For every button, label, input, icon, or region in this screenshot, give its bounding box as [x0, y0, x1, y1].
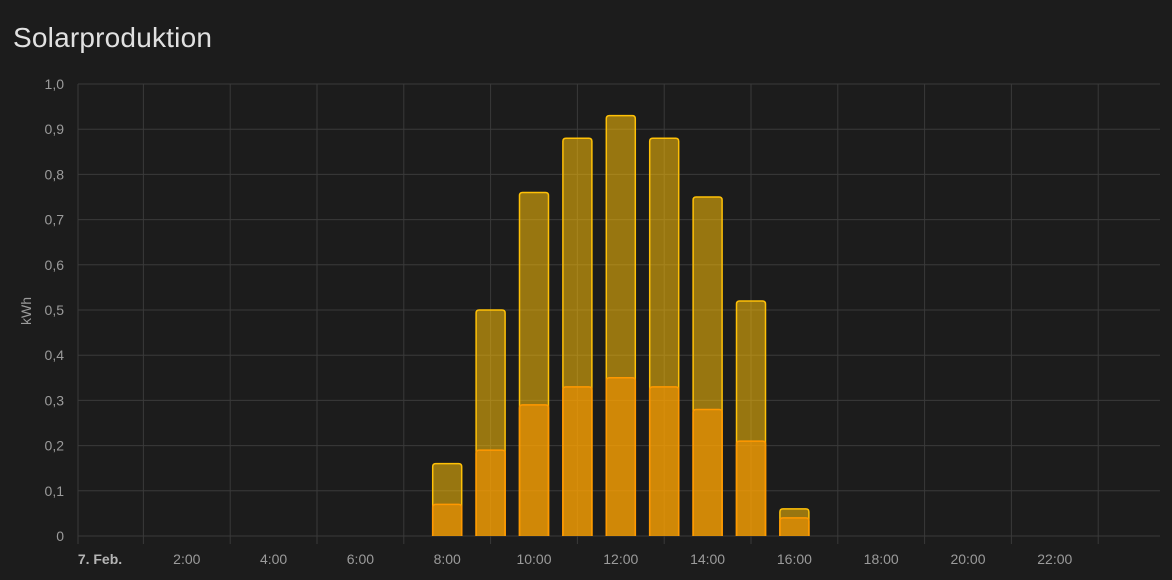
x-tick-label: 22:00 [1037, 551, 1072, 567]
x-tick-label: 6:00 [347, 551, 374, 567]
y-tick-label: 0,4 [45, 347, 65, 363]
y-tick-label: 0,9 [45, 121, 65, 137]
bar-series-2 [779, 517, 810, 536]
x-tick-label: 7. Feb. [78, 551, 122, 567]
y-tick-label: 0,8 [45, 166, 65, 182]
y-tick-label: 0,5 [45, 302, 65, 318]
bars [431, 114, 810, 536]
y-tick-label: 0,6 [45, 257, 65, 273]
x-tick-label: 8:00 [434, 551, 461, 567]
x-tick-label: 10:00 [516, 551, 551, 567]
x-tick-label: 16:00 [777, 551, 812, 567]
bar-series-2 [735, 440, 767, 536]
y-tick-label: 1,0 [45, 76, 65, 92]
bar-series-2 [518, 404, 550, 536]
y-tick-label: 0,3 [45, 392, 65, 408]
bar-series-2 [692, 408, 723, 536]
y-axis-label: kWh [18, 297, 34, 325]
bar-series-2 [605, 377, 637, 536]
solar-production-card: Solarproduktion 0 0,1 0,2 0,3 0,4 0,5 0,6 0,7 0,… [0, 0, 1172, 580]
bar-series-2 [648, 386, 680, 536]
x-tick-label: 12:00 [603, 551, 638, 567]
x-tick-label: 14:00 [690, 551, 725, 567]
bar-series-2 [562, 386, 593, 536]
solar-production-chart: 0 0,1 0,2 0,3 0,4 0,5 0,6 0,7 0,8 0,9 1,0 7. Feb. 2:… [18, 76, 1160, 567]
y-tick-label: 0 [56, 528, 64, 544]
x-tick-label: 18:00 [864, 551, 899, 567]
y-tick-label: 0,1 [45, 483, 65, 499]
x-tick-label: 20:00 [950, 551, 985, 567]
bar-series-2 [431, 503, 463, 536]
x-tick-label: 2:00 [173, 551, 200, 567]
bar-series-2 [475, 449, 506, 536]
y-tick-label: 0,7 [45, 212, 65, 228]
x-tick-label: 4:00 [260, 551, 287, 567]
y-tick-label: 0,2 [45, 438, 65, 454]
